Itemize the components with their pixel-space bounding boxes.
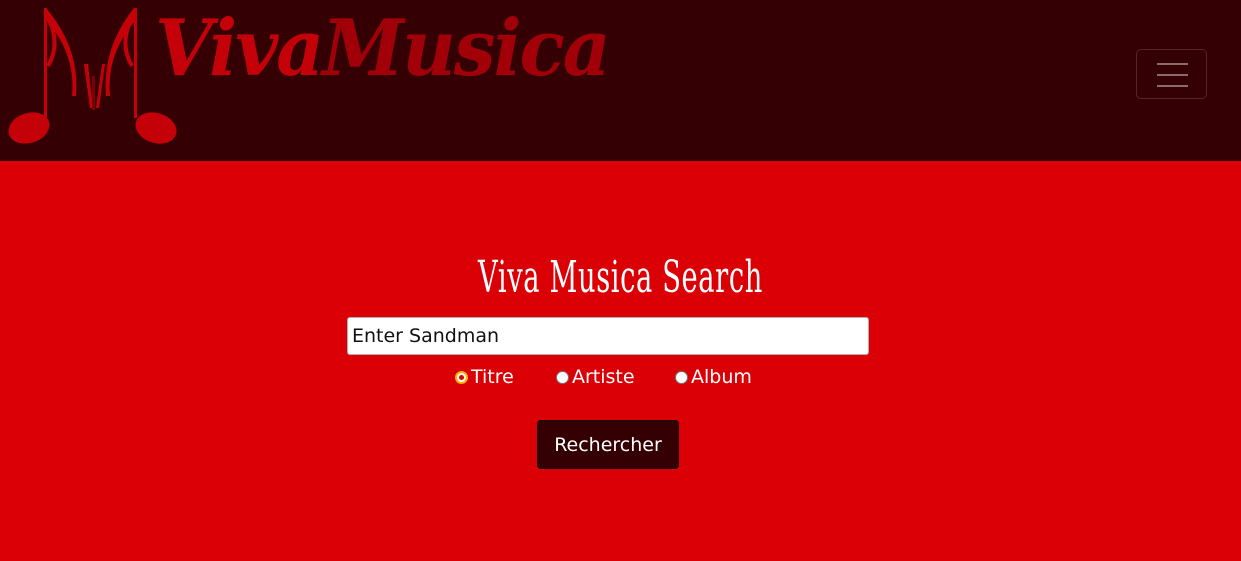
radio-option-artiste[interactable]: Artiste [556, 365, 635, 389]
radio-label-album: Album [691, 366, 752, 388]
search-button[interactable]: Rechercher [537, 420, 679, 469]
brand-name-viva: Viva [155, 3, 324, 95]
radio-button-album[interactable] [675, 370, 688, 384]
hamburger-menu-icon [1157, 63, 1188, 65]
menu-toggle-button[interactable] [1136, 49, 1207, 99]
radio-label-artiste: Artiste [572, 366, 635, 388]
radio-button-titre[interactable] [455, 370, 468, 384]
search-section: Viva Musica Search Titre Artiste Album R… [0, 161, 1241, 561]
hamburger-menu-icon-bar [1157, 85, 1188, 87]
radio-option-titre[interactable]: Titre [455, 365, 514, 389]
radio-label-titre: Titre [471, 366, 514, 388]
navbar: VivaMusica [0, 0, 1241, 161]
radio-button-artiste[interactable] [556, 370, 569, 384]
radio-option-album[interactable]: Album [675, 365, 752, 389]
search-title: Viva Musica Search [478, 252, 763, 303]
brand-name-musica: Musica [322, 3, 610, 95]
hamburger-menu-icon-bar [1157, 74, 1188, 76]
brand-name[interactable]: VivaMusica [155, 10, 611, 88]
search-input[interactable] [347, 317, 869, 355]
